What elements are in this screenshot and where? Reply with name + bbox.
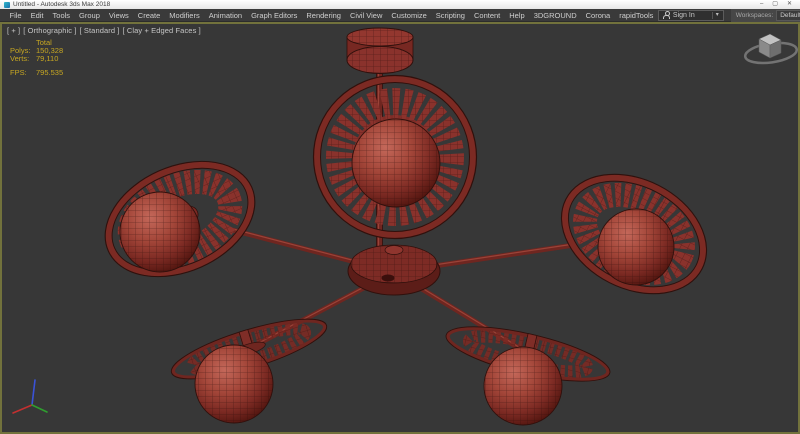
viewport-statistics: Total Polys:150,328 Verts:79,110 FPS:795…	[10, 39, 63, 77]
axis-x	[13, 405, 32, 413]
workspaces-value: Default	[780, 12, 800, 19]
world-axis-tripod	[13, 380, 47, 413]
sign-in-label: Sign In	[673, 12, 695, 19]
workspaces-dropdown[interactable]: Default ▾	[776, 10, 800, 21]
menu-corona[interactable]: Corona	[581, 9, 615, 22]
divider	[712, 12, 713, 19]
model-ceiling-lamp[interactable]	[87, 28, 727, 425]
viewport-label: [ + ] [ Orthographic ] [ Standard ] [ Cl…	[7, 26, 201, 35]
menu-modifiers[interactable]: Modifiers	[165, 9, 204, 22]
menu-rapidtools[interactable]: rapidTools	[615, 9, 658, 22]
axis-z	[32, 380, 35, 405]
model-bottom-left-shade	[166, 307, 332, 423]
menu-views[interactable]: Views	[104, 9, 133, 22]
workspaces-panel: Workspaces: Default ▾	[731, 9, 800, 22]
stats-fps-label: FPS:	[10, 69, 36, 77]
menu-scripting[interactable]: Scripting	[431, 9, 469, 22]
menu-customize[interactable]: Customize	[387, 9, 431, 22]
model-center-hub	[348, 245, 440, 295]
viewport-canvas[interactable]	[2, 24, 798, 432]
viewcube[interactable]	[744, 34, 798, 66]
menubar: File Edit Tools Group Views Create Modif…	[0, 9, 800, 22]
viewport-menu-shading[interactable]: [ Clay + Edged Faces ]	[123, 26, 201, 35]
menu-help[interactable]: Help	[505, 9, 529, 22]
viewport-menu-general[interactable]: [ + ]	[7, 26, 20, 35]
model-top-shade	[314, 76, 477, 239]
model-bottom-right-shade	[442, 316, 615, 425]
model-right-shade	[541, 151, 727, 318]
workspaces-label: Workspaces:	[736, 12, 773, 19]
menu-rendering[interactable]: Rendering	[302, 9, 346, 22]
menu-civil-view[interactable]: Civil View	[345, 9, 386, 22]
menu-graph-editors[interactable]: Graph Editors	[247, 9, 302, 22]
viewport-menu-standard[interactable]: [ Standard ]	[80, 26, 120, 35]
model-left-shade	[87, 139, 273, 299]
axis-y	[32, 405, 47, 412]
menu-tools[interactable]: Tools	[48, 9, 75, 22]
stats-verts-label: Verts:	[10, 55, 36, 63]
menu-animation[interactable]: Animation	[204, 9, 246, 22]
chevron-down-icon: ▾	[716, 10, 719, 21]
sign-in-button[interactable]: Sign In ▾	[658, 10, 724, 21]
menu-create[interactable]: Create	[133, 9, 165, 22]
menu-edit[interactable]: Edit	[26, 9, 48, 22]
3dsmax-app-icon	[4, 2, 10, 8]
viewport-menu-pov[interactable]: [ Orthographic ]	[23, 26, 76, 35]
stats-fps-value: 795.535	[36, 69, 63, 77]
viewport-orthographic[interactable]: [ + ] [ Orthographic ] [ Standard ] [ Cl…	[0, 22, 800, 434]
menu-3dground[interactable]: 3DGROUND	[529, 9, 581, 22]
menu-file[interactable]: File	[5, 9, 26, 22]
stats-verts-value: 79,110	[36, 55, 58, 63]
menu-content[interactable]: Content	[469, 9, 504, 22]
person-icon	[663, 11, 670, 19]
model-ceiling-mount	[347, 28, 413, 74]
menu-group[interactable]: Group	[75, 9, 105, 22]
